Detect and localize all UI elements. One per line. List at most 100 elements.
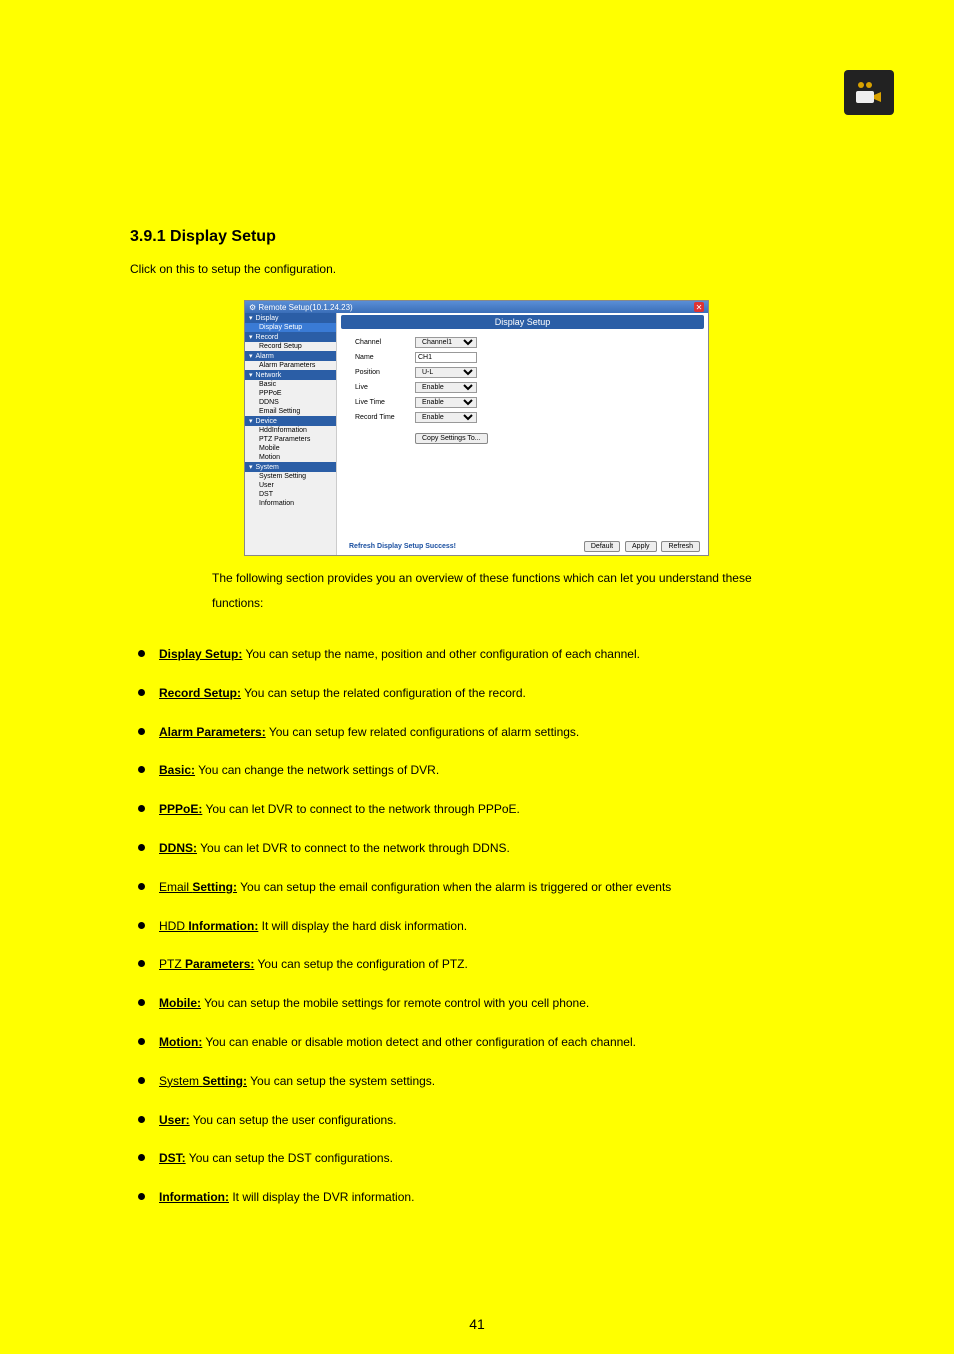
channel-select[interactable]: Channel1 (415, 337, 477, 348)
sidebar-group[interactable]: ▾System (245, 462, 336, 472)
position-label: Position (355, 369, 415, 376)
bullet-icon (138, 1038, 145, 1045)
apply-button[interactable]: Apply (625, 541, 657, 552)
list-item-text: Information: It will display the DVR inf… (159, 1189, 414, 1206)
list-item: Basic: You can change the network settin… (138, 762, 838, 779)
list-item: Motion: You can enable or disable motion… (138, 1034, 838, 1051)
bullet-icon (138, 1154, 145, 1161)
chevron-down-icon: ▾ (249, 333, 253, 341)
status-message: Refresh Display Setup Success! (349, 543, 456, 550)
bullet-icon (138, 922, 145, 929)
list-item: Information: It will display the DVR inf… (138, 1189, 838, 1206)
list-item-text: Mobile: You can setup the mobile setting… (159, 995, 589, 1012)
list-item: DDNS: You can let DVR to connect to the … (138, 840, 838, 857)
live-select[interactable]: Enable (415, 382, 477, 393)
list-item: Alarm Parameters: You can setup few rela… (138, 724, 838, 741)
settings-sidebar: ▾DisplayDisplay Setup▾RecordRecord Setup… (245, 313, 337, 555)
list-item-text: HDD Information: It will display the har… (159, 918, 467, 935)
sidebar-item[interactable]: Mobile (245, 444, 336, 453)
list-item-text: System Setting: You can setup the system… (159, 1073, 435, 1090)
sidebar-item[interactable]: DDNS (245, 398, 336, 407)
content-banner: Display Setup (341, 315, 704, 329)
live-label: Live (355, 384, 415, 391)
sidebar-item[interactable]: User (245, 481, 336, 490)
sidebar-group[interactable]: ▾Display (245, 313, 336, 323)
name-label: Name (355, 354, 415, 361)
bullet-icon (138, 999, 145, 1006)
bullet-icon (138, 883, 145, 890)
list-item-text: Email Setting: You can setup the email c… (159, 879, 671, 896)
bullet-icon (138, 650, 145, 657)
sidebar-group[interactable]: ▾Network (245, 370, 336, 380)
list-item-text: DST: You can setup the DST configuration… (159, 1150, 393, 1167)
sidebar-item[interactable]: System Setting (245, 472, 336, 481)
list-item: DST: You can setup the DST configuration… (138, 1150, 838, 1167)
remote-setup-window: ⚙ Remote Setup(10.1.24.23) ✕ ▾DisplayDis… (244, 300, 709, 556)
list-item: Email Setting: You can setup the email c… (138, 879, 838, 896)
sidebar-group[interactable]: ▾Device (245, 416, 336, 426)
sidebar-item[interactable]: Alarm Parameters (245, 361, 336, 370)
list-item-text: User: You can setup the user configurati… (159, 1112, 397, 1129)
position-select[interactable]: U-L (415, 367, 477, 378)
chevron-down-icon: ▾ (249, 463, 253, 471)
intro-text-2: functions: (212, 595, 263, 612)
bullet-icon (138, 689, 145, 696)
feature-list: Display Setup: You can setup the name, p… (138, 646, 838, 1228)
sidebar-item[interactable]: DST (245, 490, 336, 499)
page-number: 41 (0, 1316, 954, 1332)
list-item: Mobile: You can setup the mobile setting… (138, 995, 838, 1012)
bullet-icon (138, 805, 145, 812)
list-item-text: PTZ Parameters: You can setup the config… (159, 956, 468, 973)
list-item-text: Basic: You can change the network settin… (159, 762, 439, 779)
bullet-icon (138, 1116, 145, 1123)
sidebar-item[interactable]: PTZ Parameters (245, 435, 336, 444)
list-item-text: Motion: You can enable or disable motion… (159, 1034, 636, 1051)
default-button[interactable]: Default (584, 541, 620, 552)
list-item: User: You can setup the user configurati… (138, 1112, 838, 1129)
sidebar-item[interactable]: Information (245, 499, 336, 508)
copy-settings-button[interactable]: Copy Settings To... (415, 433, 488, 444)
bullet-icon (138, 960, 145, 967)
chevron-down-icon: ▾ (249, 417, 253, 425)
bullet-icon (138, 728, 145, 735)
bullet-icon (138, 1077, 145, 1084)
close-icon[interactable]: ✕ (694, 302, 704, 312)
name-input[interactable] (415, 352, 477, 363)
list-item-text: Alarm Parameters: You can setup few rela… (159, 724, 579, 741)
bullet-icon (138, 844, 145, 851)
sidebar-item[interactable]: PPPoE (245, 389, 336, 398)
sidebar-item[interactable]: Record Setup (245, 342, 336, 351)
livetime-select[interactable]: Enable (415, 397, 477, 408)
channel-label: Channel (355, 339, 415, 346)
section-description: Click on this to setup the configuration… (130, 260, 336, 279)
sidebar-item[interactable]: Email Setting (245, 407, 336, 416)
list-item-text: DDNS: You can let DVR to connect to the … (159, 840, 510, 857)
sidebar-item[interactable]: Display Setup (245, 323, 336, 332)
list-item: PTZ Parameters: You can setup the config… (138, 956, 838, 973)
sidebar-group[interactable]: ▾Record (245, 332, 336, 342)
list-item: PPPoE: You can let DVR to connect to the… (138, 801, 838, 818)
list-item-text: Record Setup: You can setup the related … (159, 685, 526, 702)
refresh-button[interactable]: Refresh (661, 541, 700, 552)
list-item: HDD Information: It will display the har… (138, 918, 838, 935)
sidebar-item[interactable]: Motion (245, 453, 336, 462)
list-item-text: PPPoE: You can let DVR to connect to the… (159, 801, 520, 818)
bullet-icon (138, 1193, 145, 1200)
sidebar-item[interactable]: HddInformation (245, 426, 336, 435)
recordtime-label: Record Time (355, 414, 415, 421)
chevron-down-icon: ▾ (249, 371, 253, 379)
list-item: Record Setup: You can setup the related … (138, 685, 838, 702)
list-item-text: Display Setup: You can setup the name, p… (159, 646, 640, 663)
recordtime-select[interactable]: Enable (415, 412, 477, 423)
window-title: Remote Setup(10.1.24.23) (258, 303, 352, 312)
list-item: Display Setup: You can setup the name, p… (138, 646, 838, 663)
sidebar-item[interactable]: Basic (245, 380, 336, 389)
livetime-label: Live Time (355, 399, 415, 406)
gear-icon: ⚙ (249, 303, 256, 312)
chevron-down-icon: ▾ (249, 352, 253, 360)
intro-text-1: The following section provides you an ov… (212, 570, 752, 587)
sidebar-group[interactable]: ▾Alarm (245, 351, 336, 361)
list-item: System Setting: You can setup the system… (138, 1073, 838, 1090)
header-logo-icon (844, 70, 894, 115)
window-titlebar: ⚙ Remote Setup(10.1.24.23) ✕ (245, 301, 708, 313)
